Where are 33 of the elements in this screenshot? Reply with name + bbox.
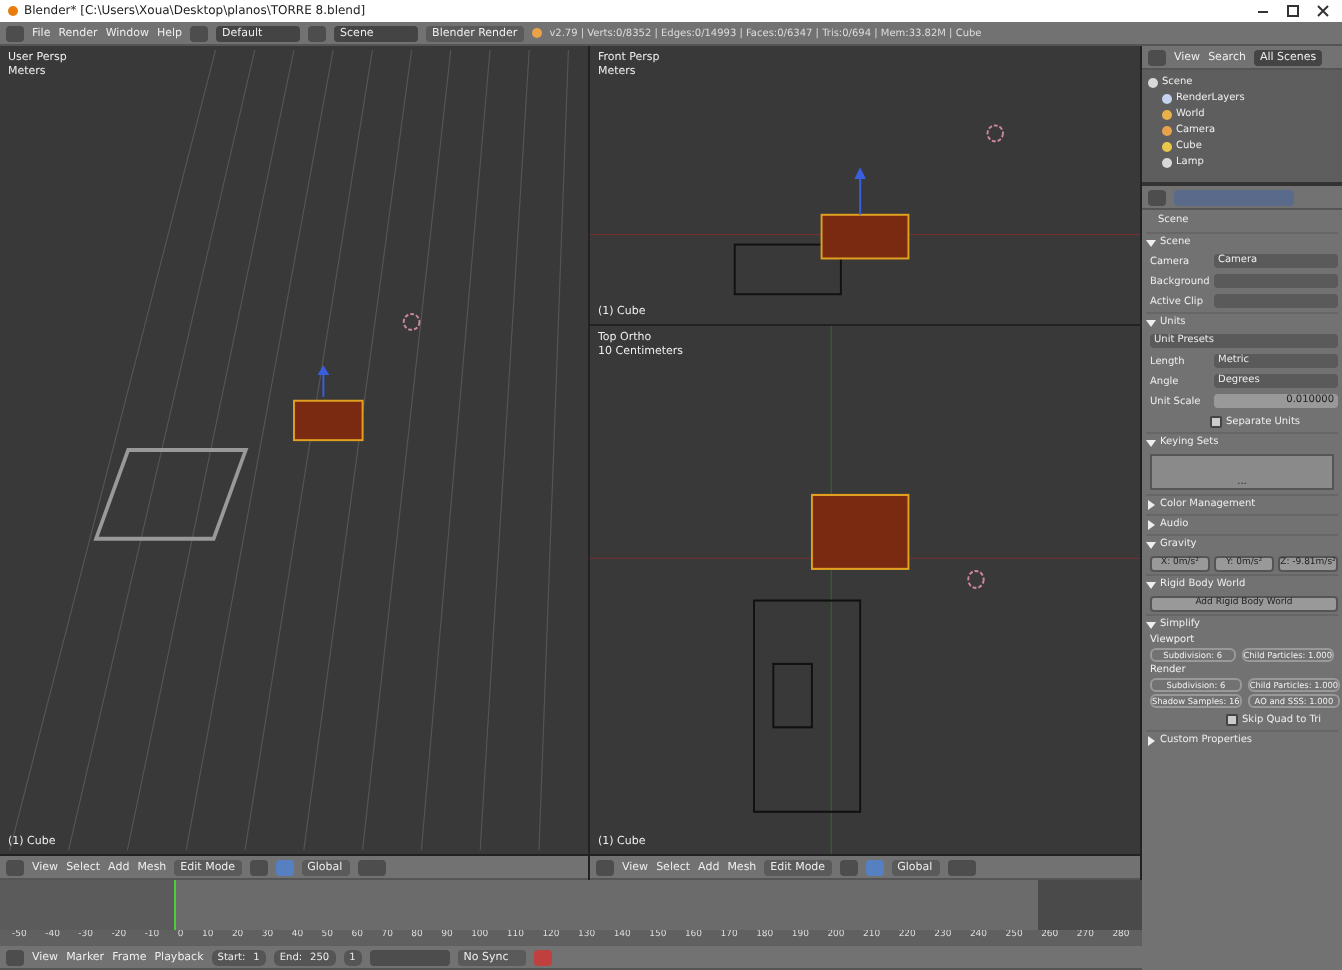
- manipulator-icon[interactable]: [275, 859, 294, 875]
- lamp-icon: [967, 570, 985, 589]
- manipulator-icon[interactable]: [865, 859, 884, 875]
- checkbox[interactable]: [1226, 713, 1238, 725]
- disclosure-triangle-icon[interactable]: [1146, 499, 1156, 509]
- disclosure-triangle-icon[interactable]: [1146, 735, 1156, 745]
- editor-type-icon[interactable]: [1148, 189, 1166, 205]
- lamp-icon: [986, 124, 1004, 143]
- disclosure-triangle-icon[interactable]: [1146, 619, 1156, 629]
- axis-arrow-icon: [317, 365, 330, 398]
- disclosure-triangle-icon[interactable]: [1146, 437, 1156, 447]
- axis-arrow-icon: [854, 167, 866, 216]
- blender-icon: [531, 28, 542, 38]
- disclosure-triangle-icon[interactable]: [1146, 539, 1156, 549]
- shading-icon[interactable]: [839, 859, 858, 875]
- app-icon: [8, 6, 18, 16]
- editor-type-icon[interactable]: [1148, 49, 1166, 65]
- value-field[interactable]: [1214, 274, 1338, 288]
- disclosure-triangle-icon[interactable]: [1146, 579, 1156, 589]
- shading-icon[interactable]: [249, 859, 268, 875]
- lamp-icon: [402, 313, 421, 331]
- editor-type-icon[interactable]: [6, 25, 24, 41]
- editor-type-icon[interactable]: [6, 949, 24, 965]
- disclosure-triangle-icon[interactable]: [1146, 317, 1156, 327]
- editor-type-icon[interactable]: [6, 859, 24, 875]
- record-icon[interactable]: [533, 949, 552, 965]
- mesh-drawing: [810, 493, 910, 570]
- window-controls-icon[interactable]: [1254, 4, 1334, 18]
- disclosure-triangle-icon[interactable]: [1146, 519, 1156, 529]
- disclosure-triangle-icon[interactable]: [1146, 237, 1156, 247]
- editor-type-icon[interactable]: [596, 859, 614, 875]
- checkbox[interactable]: [1210, 415, 1222, 427]
- value-field[interactable]: [1214, 294, 1338, 308]
